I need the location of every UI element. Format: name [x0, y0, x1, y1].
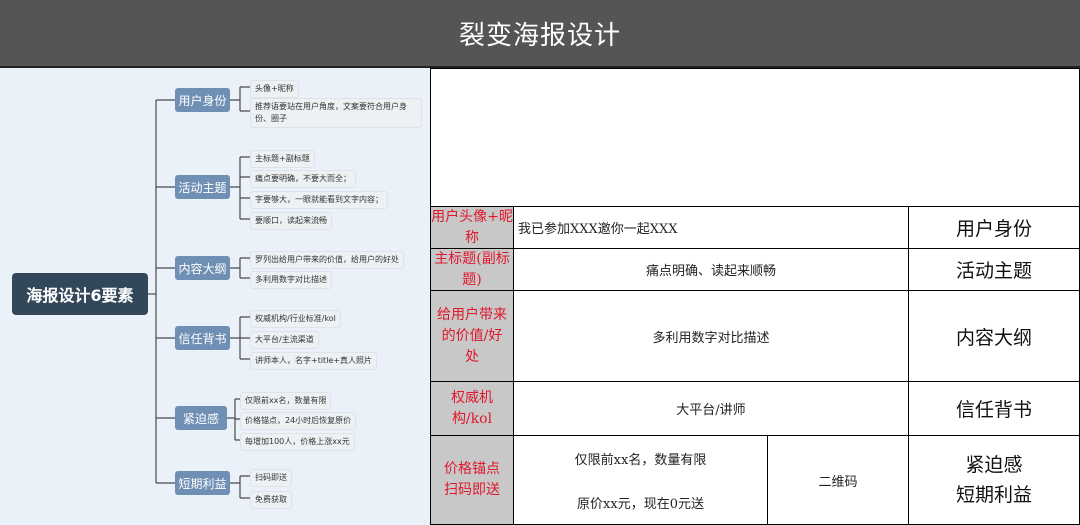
- leaf-item: 推荐语要站在用户角度，文案要符合用户身份、圈子: [250, 98, 422, 128]
- row-category: 用户身份: [908, 206, 1080, 249]
- row-content: 痛点明确、读起来顺畅: [513, 248, 909, 291]
- leaf-item: 字要够大，一眼就能看到文字内容；: [250, 191, 388, 209]
- leaf-item: 价格锚点，24小时后恢复原价: [240, 412, 357, 430]
- leaf-item: 扫码即送: [250, 469, 292, 487]
- row-category: 紧迫感 短期利益: [908, 435, 1080, 525]
- row-label: 用户头像+昵称: [430, 206, 514, 249]
- leaf-item: 免费获取: [250, 491, 292, 509]
- row-content: 我已参加XXX邀你一起XXX: [513, 206, 909, 249]
- branch-short-term-benefit: 短期利益: [175, 471, 230, 495]
- leaf-item: 讲师本人，名字+title+真人照片: [250, 352, 378, 370]
- leaf-item: 头像+昵称: [250, 80, 299, 98]
- row-label: 主标题(副标题): [430, 248, 514, 291]
- leaf-item: 主标题+副标题: [250, 150, 315, 168]
- branch-urgency: 紧迫感: [175, 406, 227, 430]
- leaf-item: 大平台/主流渠道: [250, 331, 319, 349]
- row-category: 活动主题: [908, 248, 1080, 291]
- row-category: 信任背书: [908, 381, 1080, 436]
- row-label: 给用户带来的价值/好处: [430, 290, 514, 382]
- row-category: 内容大纲: [908, 290, 1080, 382]
- leaf-item: 痛点要明确，不要大而全；: [250, 170, 356, 188]
- poster-image-area: [430, 68, 1080, 207]
- leaf-item: 每增加100人，价格上涨xx元: [240, 433, 355, 451]
- row-content: 仅限前xx名，数量有限 原价xx元，现在0元送: [513, 435, 768, 525]
- row-label: 价格锚点 扫码即送: [430, 435, 514, 525]
- mind-map: 海报设计6要素 用户身份 活动主题 内容大纲 信任背书 紧迫感 短期利益 头像+…: [0, 68, 430, 525]
- row-content: 大平台/讲师: [513, 381, 909, 436]
- poster-layout-table: 用户头像+昵称 我已参加XXX邀你一起XXX 用户身份 主标题(副标题) 痛点明…: [430, 68, 1080, 525]
- row-label: 权威机构/kol: [430, 381, 514, 436]
- row-content: 多利用数字对比描述: [513, 290, 909, 382]
- qr-code-placeholder: 二维码: [767, 435, 909, 525]
- mind-map-root: 海报设计6要素: [12, 273, 148, 315]
- leaf-item: 权威机构/行业标准/kol: [250, 310, 341, 328]
- branch-user-identity: 用户身份: [175, 88, 230, 112]
- branch-activity-theme: 活动主题: [175, 175, 230, 199]
- leaf-item: 要顺口，读起来流畅: [250, 212, 332, 230]
- leaf-item: 仅限前xx名，数量有限: [240, 392, 332, 410]
- branch-content-outline: 内容大纲: [175, 256, 230, 280]
- leaf-item: 罗列出给用户带来的价值，给用户的好处: [250, 251, 404, 269]
- title-bar: 裂变海报设计: [0, 0, 1080, 68]
- page-title: 裂变海报设计: [458, 20, 621, 51]
- branch-trust-endorsement: 信任背书: [175, 326, 230, 350]
- leaf-item: 多利用数字对比描述: [250, 271, 332, 289]
